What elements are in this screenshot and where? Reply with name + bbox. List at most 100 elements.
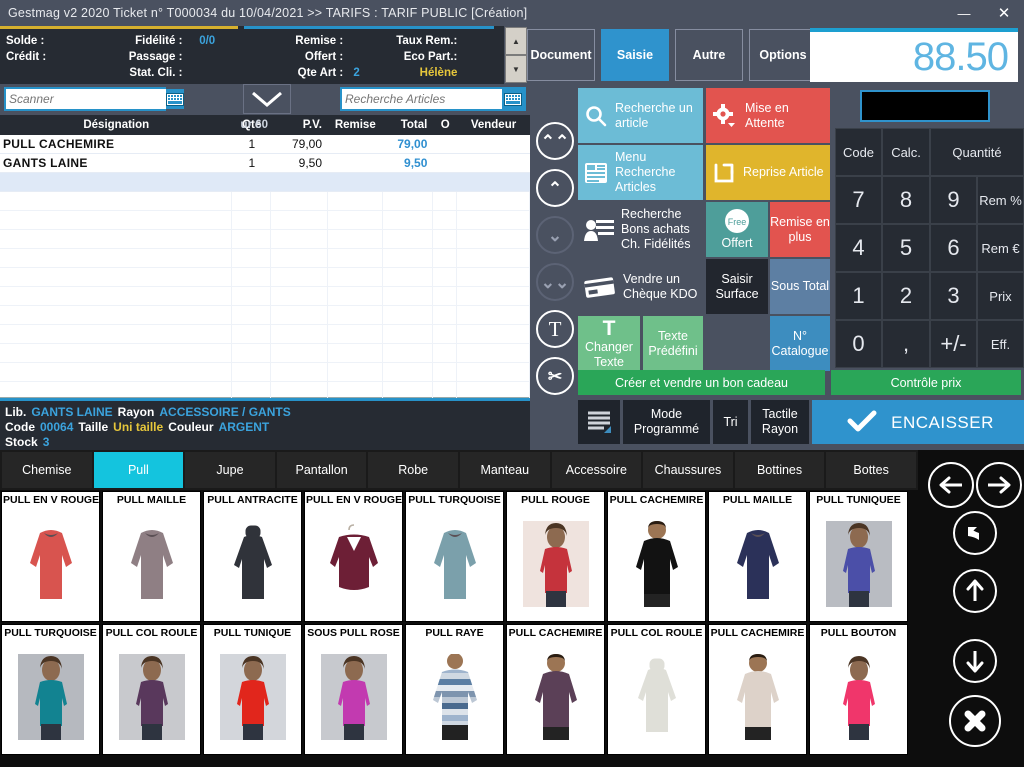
- product-tile[interactable]: PULL TUNIQUEE: [809, 491, 908, 622]
- action-mise-en-attente[interactable]: Mise en Attente: [706, 88, 830, 143]
- close-button[interactable]: ✕: [984, 0, 1024, 26]
- product-tile[interactable]: PULL TUNIQUE: [203, 624, 302, 755]
- scroll-up-small-icon[interactable]: ▲: [505, 27, 527, 55]
- category-tab-pull[interactable]: Pull: [93, 452, 184, 488]
- minimize-button[interactable]: —: [944, 0, 984, 26]
- scroll-up-icon[interactable]: ⌃: [536, 169, 574, 207]
- key-9[interactable]: 9: [930, 176, 977, 224]
- keyboard-icon[interactable]: [166, 89, 184, 109]
- table-row[interactable]: PULL CACHEMIRE 1 79,00 79,00: [0, 135, 530, 154]
- key-0[interactable]: 0: [835, 320, 882, 368]
- tab-autre[interactable]: Autre: [675, 29, 743, 81]
- gift-voucher-button[interactable]: Créer et vendre un bon cadeau: [578, 370, 825, 395]
- category-tab-manteau[interactable]: Manteau: [459, 452, 550, 488]
- arrow-left-icon[interactable]: [928, 462, 974, 508]
- key-code[interactable]: Code: [835, 128, 882, 176]
- text-icon[interactable]: T: [536, 310, 574, 348]
- key-4[interactable]: 4: [835, 224, 882, 272]
- key-7[interactable]: 7: [835, 176, 882, 224]
- table-row-selected[interactable]: [0, 173, 530, 192]
- table-row-empty[interactable]: [0, 230, 530, 249]
- key-5[interactable]: 5: [882, 224, 930, 272]
- product-tile[interactable]: PULL MAILLE: [708, 491, 807, 622]
- arrow-down-icon[interactable]: [953, 639, 997, 683]
- key-rem-€[interactable]: Rem €: [977, 224, 1024, 272]
- action-sous-total[interactable]: Sous Total: [770, 259, 830, 314]
- product-tile[interactable]: PULL CACHEMIRE: [607, 491, 706, 622]
- product-tile[interactable]: PULL TURQUOISE: [405, 491, 504, 622]
- tactile-rayon-button[interactable]: Tactile Rayon: [751, 400, 809, 444]
- article-search-input[interactable]: [342, 89, 502, 109]
- category-tab-chaussures[interactable]: Chaussures: [643, 452, 733, 488]
- table-row-empty[interactable]: [0, 287, 530, 306]
- product-tile[interactable]: PULL EN V ROUGE: [304, 491, 403, 622]
- table-row-empty[interactable]: [0, 211, 530, 230]
- product-tile[interactable]: PULL TURQUOISE: [1, 624, 100, 755]
- header-scroll-buttons[interactable]: ▲ ▼: [505, 27, 527, 83]
- category-tab-robe[interactable]: Robe: [368, 452, 458, 488]
- action-offert[interactable]: Free Offert: [706, 202, 768, 257]
- scroll-down-icon[interactable]: ⌄: [536, 216, 574, 254]
- key-prix[interactable]: Prix: [977, 272, 1024, 320]
- arrow-right-icon[interactable]: [976, 462, 1022, 508]
- category-tab-bottines[interactable]: Bottines: [734, 452, 825, 488]
- product-tile[interactable]: PULL ROUGE: [506, 491, 605, 622]
- category-tab-jupe[interactable]: Jupe: [185, 452, 275, 488]
- tri-button[interactable]: Tri: [713, 400, 748, 444]
- key-eff[interactable]: Eff.: [977, 320, 1024, 368]
- scissors-icon[interactable]: ✂: [536, 357, 574, 395]
- product-tile[interactable]: PULL MAILLE: [102, 491, 201, 622]
- key-calc[interactable]: Calc.: [882, 128, 930, 176]
- tab-document[interactable]: Document: [527, 29, 595, 81]
- key-3[interactable]: 3: [930, 272, 977, 320]
- key-8[interactable]: 8: [882, 176, 930, 224]
- product-tile[interactable]: PULL BOUTON: [809, 624, 908, 755]
- action-n-catalogue[interactable]: N° Catalogue: [770, 316, 830, 371]
- table-row-empty[interactable]: [0, 325, 530, 344]
- action-recherche-un-article[interactable]: Recherche un article: [578, 88, 703, 143]
- product-tile[interactable]: PULL COL ROULE: [607, 624, 706, 755]
- table-row-empty[interactable]: [0, 192, 530, 211]
- product-tile[interactable]: PULL EN V ROUGE: [1, 491, 100, 622]
- keyboard-icon[interactable]: [502, 89, 524, 109]
- tab-options[interactable]: Options: [749, 29, 817, 81]
- category-tab-pantallon[interactable]: Pantallon: [276, 452, 367, 488]
- key-2[interactable]: 2: [882, 272, 930, 320]
- scroll-top-icon[interactable]: ⌃⌃: [536, 122, 574, 160]
- action-reprise-article[interactable]: Reprise Article: [706, 145, 830, 200]
- category-tab-accessoire[interactable]: Accessoire: [551, 452, 642, 488]
- arrow-up-icon[interactable]: [953, 569, 997, 613]
- product-tile[interactable]: SOUS PULL ROSE: [304, 624, 403, 755]
- key-6[interactable]: 6: [930, 224, 977, 272]
- price-control-button[interactable]: Contrôle prix: [831, 370, 1021, 395]
- table-row[interactable]: GANTS LAINE 1 9,50 9,50: [0, 154, 530, 173]
- category-tab-bottes[interactable]: Bottes: [826, 452, 916, 488]
- arrow-curve-icon[interactable]: [953, 511, 997, 555]
- product-tile[interactable]: PULL ANTRACITE: [203, 491, 302, 622]
- scroll-bottom-icon[interactable]: ⌄⌄: [536, 263, 574, 301]
- chevron-down-icon[interactable]: [243, 84, 291, 114]
- table-row-empty[interactable]: [0, 268, 530, 287]
- category-tab-chemise[interactable]: Chemise: [2, 452, 92, 488]
- action-changer-texte[interactable]: T Changer Texte: [578, 316, 640, 371]
- key-rem-%[interactable]: Rem %: [977, 176, 1024, 224]
- scanner-input[interactable]: [6, 89, 166, 109]
- tab-saisie[interactable]: Saisie: [601, 29, 669, 81]
- action-recherche-bons-achats-ch-fid-lit-s[interactable]: Recherche Bons achats Ch. Fidélités: [578, 202, 703, 257]
- table-row-empty[interactable]: [0, 344, 530, 363]
- product-tile[interactable]: PULL CACHEMIRE: [708, 624, 807, 755]
- close-x-icon[interactable]: [949, 695, 1001, 747]
- document-lines-icon[interactable]: [578, 400, 620, 444]
- action-texte-pr-d-fini[interactable]: Texte Prédéfini: [643, 316, 703, 371]
- key-[interactable]: ,: [882, 320, 930, 368]
- key-+/[interactable]: +/-: [930, 320, 977, 368]
- mode-programme-button[interactable]: Mode Programmé: [623, 400, 710, 444]
- key-quantit[interactable]: Quantité: [930, 128, 1024, 176]
- scroll-down-small-icon[interactable]: ▼: [505, 55, 527, 83]
- product-tile[interactable]: PULL CACHEMIRE: [506, 624, 605, 755]
- product-tile[interactable]: PULL RAYE: [405, 624, 504, 755]
- action-saisir-surface[interactable]: Saisir Surface: [706, 259, 768, 314]
- action-vendre-un-ch-que-kdo[interactable]: Vendre un Chèque KDO: [578, 259, 703, 314]
- action-remise-en-plus[interactable]: Remise en plus: [770, 202, 830, 257]
- table-row-empty[interactable]: [0, 306, 530, 325]
